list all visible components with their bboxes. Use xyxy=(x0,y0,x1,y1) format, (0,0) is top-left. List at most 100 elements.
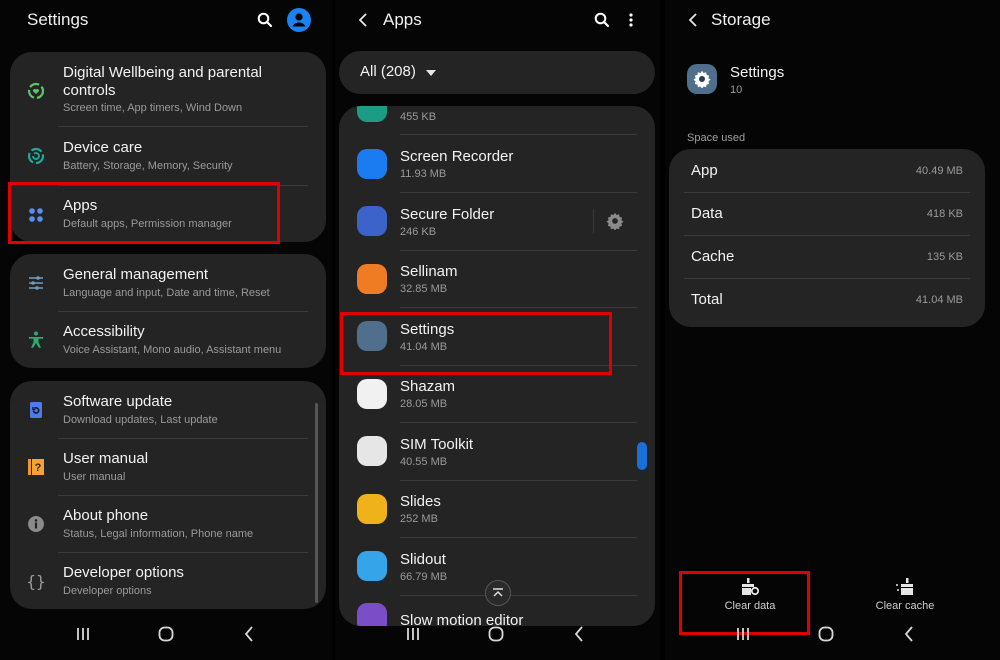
more-options-button[interactable] xyxy=(622,10,640,30)
app-size: 28.05 MB xyxy=(400,398,448,410)
more-vert-icon xyxy=(629,13,633,27)
filter-label: All (208) xyxy=(360,63,416,80)
navigation-bar xyxy=(335,610,660,660)
app-icon-settings xyxy=(687,64,717,94)
back-icon xyxy=(574,626,583,642)
recents-icon xyxy=(77,628,89,640)
app-list-item[interactable]: Screen Recorder 11.93 MB xyxy=(339,135,655,192)
recents-button[interactable] xyxy=(63,622,103,646)
digital-wellbeing-icon xyxy=(26,81,46,101)
back-button[interactable] xyxy=(229,622,269,646)
app-size: 455 KB xyxy=(400,111,437,123)
section-label: Space used xyxy=(687,132,746,144)
search-button[interactable] xyxy=(255,10,275,30)
device-care-icon xyxy=(26,146,46,166)
app-name: Screen Recorder xyxy=(400,148,514,165)
profile-button[interactable] xyxy=(287,8,311,32)
settings-item-accessibility[interactable]: Accessibility Voice Assistant, Mono audi… xyxy=(10,311,326,368)
settings-item-subtitle: Status, Legal information, Phone name xyxy=(63,528,254,540)
avatar-icon xyxy=(287,8,311,32)
app-icon xyxy=(357,106,387,122)
storage-row-app: App 40.49 MB xyxy=(669,149,985,192)
scroll-to-top-icon xyxy=(493,588,503,597)
settings-item-about-phone[interactable]: About phone Status, Legal information, P… xyxy=(10,495,326,553)
app-list-item[interactable]: Secure Folder 246 KB xyxy=(339,193,655,250)
screen-recorder-icon xyxy=(357,148,387,179)
page-title: Apps xyxy=(383,10,422,29)
settings-item-subtitle: Developer options xyxy=(63,585,152,597)
settings-item-apps[interactable]: Apps Default apps, Permission manager xyxy=(10,186,326,242)
app-size: 252 MB xyxy=(400,513,438,525)
apps-icon xyxy=(26,205,46,225)
app-size: 32.85 MB xyxy=(400,283,448,295)
clear-data-icon xyxy=(742,578,760,596)
back-button[interactable] xyxy=(559,622,599,646)
settings-item-title: Apps xyxy=(63,197,98,214)
secure-folder-icon xyxy=(357,206,387,236)
app-name: Settings xyxy=(730,64,785,81)
back-icon xyxy=(904,626,913,642)
app-size: 246 KB xyxy=(400,225,437,238)
developer-options-icon: {} xyxy=(26,571,46,591)
recents-button[interactable] xyxy=(723,622,763,646)
app-name: Sellinam xyxy=(400,263,458,280)
software-update-icon xyxy=(26,400,46,420)
settings-item-software-update[interactable]: Software update Download updates, Last u… xyxy=(10,381,326,439)
settings-item-subtitle: Download updates, Last update xyxy=(63,414,218,426)
home-icon xyxy=(158,626,174,642)
home-button[interactable] xyxy=(806,622,846,646)
app-name: Slidout xyxy=(400,550,446,568)
storage-row-total: Total 41.04 MB xyxy=(669,278,985,321)
settings-item-digital-wellbeing[interactable]: Digital Wellbeing and parental controls … xyxy=(10,58,326,124)
search-button[interactable] xyxy=(592,10,612,30)
fast-scroll-thumb[interactable] xyxy=(637,442,647,470)
accessibility-icon xyxy=(26,330,46,350)
slides-icon xyxy=(357,493,387,524)
scrollbar[interactable] xyxy=(315,403,318,603)
settings-item-device-care[interactable]: Device care Battery, Storage, Memory, Se… xyxy=(10,127,326,185)
home-button[interactable] xyxy=(476,622,516,646)
page-title: Settings xyxy=(27,10,89,29)
back-button[interactable] xyxy=(889,622,929,646)
settings-item-user-manual[interactable]: ? User manual User manual xyxy=(10,438,326,496)
settings-item-subtitle: Battery, Storage, Memory, Security xyxy=(63,160,233,172)
recents-button[interactable] xyxy=(393,622,433,646)
app-name: Secure Folder xyxy=(400,205,495,223)
info-icon xyxy=(26,514,46,534)
app-size: 11.93 MB xyxy=(400,168,447,180)
storage-value: 41.04 MB xyxy=(915,294,963,306)
app-name: Slides xyxy=(400,493,441,510)
back-arrow-icon xyxy=(358,13,367,27)
settings-item-title: General management xyxy=(63,266,209,283)
home-button[interactable] xyxy=(146,622,186,646)
settings-group-2: General management Language and input, D… xyxy=(10,254,326,368)
app-list-item[interactable]: SIM Toolkit 40.55 MB xyxy=(339,423,655,480)
sellinam-icon xyxy=(357,263,387,294)
settings-screen: Settings Digital Wellbeing and parental … xyxy=(0,0,332,660)
settings-item-developer-options[interactable]: {} Developer options Developer options xyxy=(10,552,326,609)
app-list-item[interactable]: Slides 252 MB xyxy=(339,480,655,537)
back-button[interactable] xyxy=(685,10,701,30)
settings-item-subtitle: Voice Assistant, Mono audio, Assistant m… xyxy=(63,344,282,356)
app-list-item[interactable]: Settings 41.04 MB xyxy=(339,308,655,365)
storage-row-data: Data 418 KB xyxy=(669,192,985,235)
gear-icon xyxy=(606,212,624,230)
navigation-bar xyxy=(665,610,1000,660)
shazam-icon xyxy=(357,378,387,409)
storage-card: App 40.49 MB Data 418 KB Cache 135 KB To… xyxy=(669,149,985,327)
slidout-icon xyxy=(357,551,387,581)
back-button[interactable] xyxy=(355,10,371,30)
scroll-to-top-button[interactable] xyxy=(485,580,511,606)
clear-cache-icon xyxy=(896,578,913,595)
dropdown-arrow-icon xyxy=(426,70,436,76)
user-manual-icon: ? xyxy=(26,457,46,477)
app-list-item-partial[interactable]: 455 KB xyxy=(339,106,655,135)
app-settings-button[interactable] xyxy=(605,211,625,231)
settings-item-general-management[interactable]: General management Language and input, D… xyxy=(10,254,326,312)
app-list-item[interactable]: Shazam 28.05 MB xyxy=(339,365,655,422)
settings-group-3: Software update Download updates, Last u… xyxy=(10,381,326,609)
apps-list: 455 KB Screen Recorder 11.93 MB Secure Fol… xyxy=(339,106,655,626)
filter-dropdown[interactable]: All (208) xyxy=(339,51,655,94)
app-list-item[interactable]: Sellinam 32.85 MB xyxy=(339,250,655,307)
app-size: 40.55 MB xyxy=(400,455,448,468)
